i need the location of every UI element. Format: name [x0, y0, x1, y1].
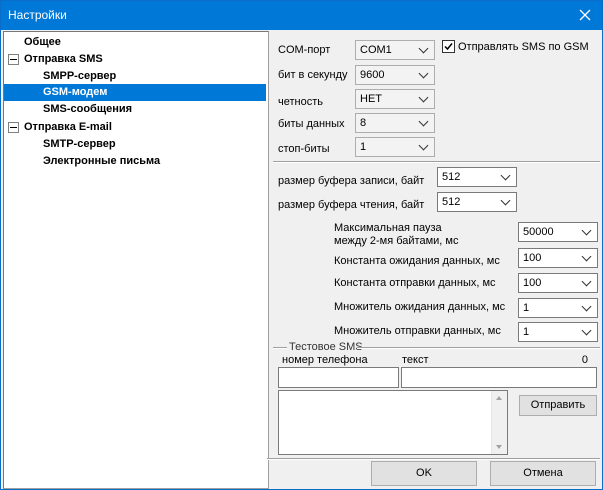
message-textarea[interactable] — [278, 390, 508, 455]
tree-item-email-sending[interactable]: Отправка E-mail — [24, 119, 112, 136]
read-buffer-select[interactable]: 512 — [437, 192, 517, 212]
chevron-down-icon — [419, 94, 431, 104]
data-bits-select[interactable]: 8 — [355, 113, 435, 133]
stop-bits-label: стоп-биты — [278, 143, 330, 155]
write-constant-select[interactable]: 100 — [518, 273, 598, 293]
tree-item-sms-sending[interactable]: Отправка SMS — [24, 51, 103, 68]
group-line — [357, 347, 600, 349]
checkmark-icon — [444, 43, 453, 51]
chevron-down-icon — [582, 253, 594, 263]
tree-item-smpp-server[interactable]: SMPP-сервер — [43, 68, 116, 85]
phone-label: номер телефона — [282, 354, 368, 366]
group-line — [273, 347, 287, 349]
scrollbar[interactable] — [491, 391, 507, 454]
chevron-down-icon — [582, 227, 594, 237]
parity-label: четность — [278, 96, 323, 108]
chevron-down-icon — [582, 278, 594, 288]
char-count: 0 — [581, 354, 588, 366]
settings-tree[interactable]: Общее Отправка SMS SMPP-сервер GSM-модем… — [3, 31, 269, 489]
text-label: текст — [402, 354, 429, 366]
collapse-icon[interactable] — [8, 122, 19, 133]
write-multiplier-label: Множитель отправки данных, мс — [334, 325, 501, 337]
max-pause-label-2: между 2-мя байтами, мс — [334, 235, 459, 247]
read-multiplier-select[interactable]: 1 — [518, 298, 598, 318]
title-bar: Настройки — [1, 1, 602, 30]
window-title: Настройки — [8, 8, 67, 22]
chevron-down-icon — [419, 70, 431, 80]
chevron-down-icon — [501, 172, 513, 182]
settings-window: Настройки Общее Отправка SMS SMPP-сервер… — [0, 0, 603, 490]
footer-separator — [267, 458, 600, 460]
send-via-gsm-label: Отправлять SMS по GSM — [458, 41, 589, 53]
cancel-button[interactable]: Отмена — [490, 461, 596, 486]
com-port-label: COM-порт — [278, 44, 331, 56]
max-pause-label: Максимальная пауза — [334, 222, 442, 234]
chevron-down-icon — [582, 303, 594, 313]
com-port-select[interactable]: COM1 — [355, 40, 435, 60]
read-multiplier-label: Множитель ожидания данных, мс — [334, 301, 506, 313]
chevron-down-icon — [419, 142, 431, 152]
max-pause-select[interactable]: 50000 — [518, 222, 598, 242]
tree-item-gsm-modem[interactable]: GSM-модем — [4, 84, 266, 101]
scroll-up-icon[interactable] — [496, 396, 502, 400]
parity-select[interactable]: НЕТ — [355, 89, 435, 109]
text-input[interactable] — [401, 367, 597, 388]
send-via-gsm-checkbox[interactable] — [442, 40, 455, 53]
read-buffer-label: размер буфера чтения, байт — [278, 199, 425, 211]
send-button[interactable]: Отправить — [519, 395, 597, 416]
ok-button[interactable]: OK — [371, 461, 477, 486]
tree-item-smtp-server[interactable]: SMTP-сервер — [43, 136, 116, 153]
scroll-down-icon[interactable] — [496, 445, 502, 449]
tree-item-emails[interactable]: Электронные письма — [43, 153, 160, 170]
separator — [273, 161, 600, 163]
stop-bits-select[interactable]: 1 — [355, 137, 435, 157]
baud-rate-select[interactable]: 9600 — [355, 65, 435, 85]
write-buffer-label: размер буфера записи, байт — [278, 175, 425, 187]
test-sms-group-label: Тестовое SMS — [289, 341, 363, 353]
read-constant-label: Константа ожидания данных, мс — [334, 255, 500, 267]
chevron-down-icon — [419, 45, 431, 55]
read-constant-select[interactable]: 100 — [518, 248, 598, 268]
data-bits-label: биты данных — [278, 118, 345, 130]
phone-input[interactable] — [278, 367, 399, 388]
tree-item-sms-messages[interactable]: SMS-сообщения — [43, 101, 132, 118]
chevron-down-icon — [582, 327, 594, 337]
chevron-down-icon — [501, 197, 513, 207]
tree-item-general[interactable]: Общее — [24, 34, 61, 51]
chevron-down-icon — [419, 118, 431, 128]
write-buffer-select[interactable]: 512 — [437, 167, 517, 187]
baud-rate-label: бит в секунду — [278, 69, 348, 81]
collapse-icon[interactable] — [8, 54, 19, 65]
write-multiplier-select[interactable]: 1 — [518, 322, 598, 342]
write-constant-label: Константа отправки данных, мс — [334, 277, 496, 289]
close-icon[interactable] — [574, 4, 596, 26]
